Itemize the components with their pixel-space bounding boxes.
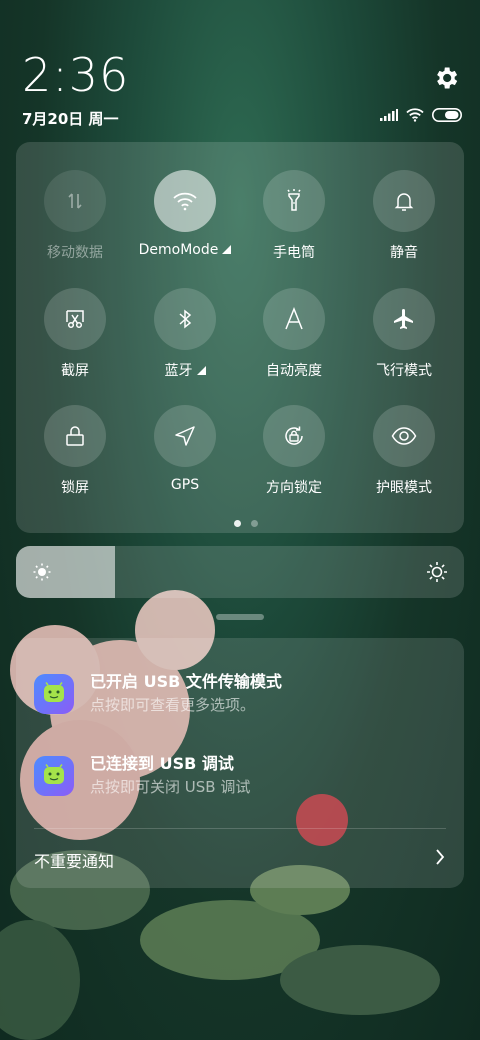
wifi-icon: [173, 192, 197, 211]
auto-brightness-button[interactable]: [263, 288, 325, 350]
rotation-lock-icon: [285, 426, 303, 445]
sun-dim-icon: [33, 563, 51, 581]
unimportant-notifications-label[interactable]: 不重要通知: [34, 848, 114, 872]
tile-label: 蓝牙: [164, 363, 193, 379]
tile-auto-brightness[interactable]: 自动亮度: [244, 288, 344, 380]
tile-label: 飞行模式: [376, 363, 432, 379]
eye-icon: [391, 427, 417, 445]
notification-usb-transfer[interactable]: 已开启 USB 文件传输模式 点按即可查看更多选项。: [34, 668, 454, 728]
notification-panel: 已开启 USB 文件传输模式 点按即可查看更多选项。 已连接到 USB 调试 点…: [16, 638, 464, 888]
date-label: 7月20日 周一: [22, 110, 119, 128]
gear-icon[interactable]: [432, 64, 460, 92]
bluetooth-button[interactable]: [154, 288, 216, 350]
bell-icon: [394, 193, 414, 211]
tile-mobile-data[interactable]: 移动数据: [25, 170, 125, 262]
notification-usb-debug[interactable]: 已连接到 USB 调试 点按即可关闭 USB 调试: [34, 750, 454, 810]
quick-settings-panel: 移动数据 DemoMode 手电筒 静音 截屏 蓝牙 自动亮度 飞行模式 锁屏 …: [16, 142, 464, 533]
app-icon: [34, 674, 74, 714]
chevron-right-icon[interactable]: [434, 848, 446, 866]
tile-wifi[interactable]: DemoMode: [135, 170, 235, 258]
clock-time: 2:36: [22, 48, 130, 102]
eye-care-button[interactable]: [373, 405, 435, 467]
tile-gps[interactable]: GPS: [135, 405, 235, 493]
tile-label: 自动亮度: [266, 363, 322, 379]
notification-body: 点按即可关闭 USB 调试: [90, 778, 251, 796]
android-robot-icon: [44, 682, 64, 702]
silent-button[interactable]: [373, 170, 435, 232]
letter-a-icon: [285, 307, 303, 330]
tile-rotation-lock[interactable]: 方向锁定: [244, 405, 344, 497]
tile-label: 截屏: [61, 363, 89, 379]
app-icon: [34, 756, 74, 796]
brightness-slider[interactable]: [16, 546, 464, 598]
tile-flashlight[interactable]: 手电筒: [244, 170, 344, 262]
flashlight-icon: [287, 189, 301, 211]
status-icons: [380, 108, 462, 122]
tile-label: 静音: [390, 245, 418, 261]
brightness-fill: [16, 546, 115, 598]
android-robot-icon: [44, 764, 64, 784]
tile-label-row: 蓝牙: [135, 360, 235, 380]
page-dot-active[interactable]: [234, 520, 241, 527]
tile-label: 护眼模式: [376, 480, 432, 496]
sun-bright-icon: [427, 562, 447, 582]
menu-triangle-icon[interactable]: [196, 366, 206, 375]
page-dot[interactable]: [251, 520, 258, 527]
tile-label: 手电筒: [273, 245, 315, 261]
lock-icon: [66, 426, 84, 446]
battery-icon: [432, 108, 462, 122]
tile-label: 锁屏: [61, 480, 89, 496]
divider: [34, 828, 446, 829]
bluetooth-icon: [179, 309, 192, 329]
screenshot-button[interactable]: [44, 288, 106, 350]
lock-screen-button[interactable]: [44, 405, 106, 467]
tile-silent[interactable]: 静音: [354, 170, 454, 262]
signal-icon: [380, 109, 398, 121]
tile-lock-screen[interactable]: 锁屏: [25, 405, 125, 497]
airplane-button[interactable]: [373, 288, 435, 350]
tile-label: GPS: [170, 477, 200, 493]
scissors-icon: [66, 310, 84, 329]
tile-eye-care[interactable]: 护眼模式: [354, 405, 454, 497]
tile-label: 移动数据: [47, 245, 103, 261]
tile-airplane[interactable]: 飞行模式: [354, 288, 454, 380]
mobile-data-button[interactable]: [44, 170, 106, 232]
tile-label: DemoMode: [138, 242, 219, 258]
airplane-icon: [394, 309, 413, 329]
wifi-icon: [406, 108, 424, 122]
mobile-data-icon: [68, 193, 82, 209]
wifi-button[interactable]: [154, 170, 216, 232]
rotation-lock-button[interactable]: [263, 405, 325, 467]
location-arrow-icon: [175, 426, 195, 446]
tile-bluetooth[interactable]: 蓝牙: [135, 288, 235, 380]
flashlight-button[interactable]: [263, 170, 325, 232]
gps-button[interactable]: [154, 405, 216, 467]
notification-title: 已连接到 USB 调试: [90, 754, 234, 773]
menu-triangle-icon[interactable]: [222, 245, 232, 254]
tile-label-row: DemoMode: [135, 242, 235, 258]
drag-handle[interactable]: [216, 614, 264, 620]
page-indicator: [234, 520, 258, 527]
notification-body: 点按即可查看更多选项。: [90, 696, 256, 714]
tile-screenshot[interactable]: 截屏: [25, 288, 125, 380]
tile-label: 方向锁定: [266, 480, 322, 496]
notification-title: 已开启 USB 文件传输模式: [90, 672, 282, 691]
